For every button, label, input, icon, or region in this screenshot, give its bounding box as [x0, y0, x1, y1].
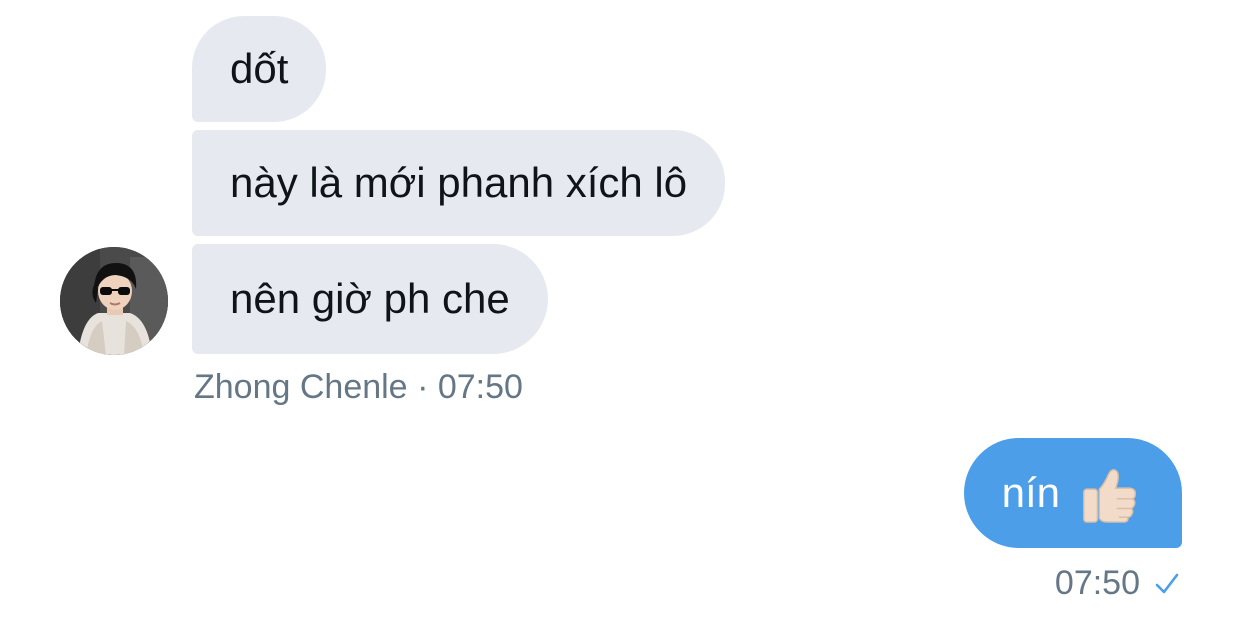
message-timestamp: 07:50 [1054, 564, 1140, 602]
incoming-message-bubble[interactable]: này là mới phanh xích lô [192, 130, 726, 236]
incoming-message-meta: Zhong Chenle · 07:50 [194, 368, 523, 407]
incoming-message-bubble[interactable]: nên giờ ph che [192, 244, 548, 354]
thumbs-up-emoji-icon [1083, 469, 1137, 523]
incoming-message-bubble[interactable]: dốt [192, 16, 327, 122]
message-text: dốt [230, 45, 289, 92]
chat-thread: dốt này là mới phanh xích lô nên giờ ph … [0, 0, 1242, 623]
user-avatar-photo-icon [60, 247, 168, 355]
checkmark-icon [1155, 573, 1179, 593]
avatar[interactable] [60, 247, 168, 355]
outgoing-message-bubble[interactable]: nín [963, 438, 1182, 548]
sender-name[interactable]: Zhong Chenle [194, 368, 408, 406]
message-timestamp: 07:50 [437, 368, 523, 406]
meta-separator: · [417, 368, 429, 406]
message-text: này là mới phanh xích lô [230, 159, 688, 206]
message-text: nên giờ ph che [230, 275, 510, 322]
outgoing-message-meta: 07:50 [1055, 564, 1180, 603]
message-text: nín [1001, 469, 1060, 516]
